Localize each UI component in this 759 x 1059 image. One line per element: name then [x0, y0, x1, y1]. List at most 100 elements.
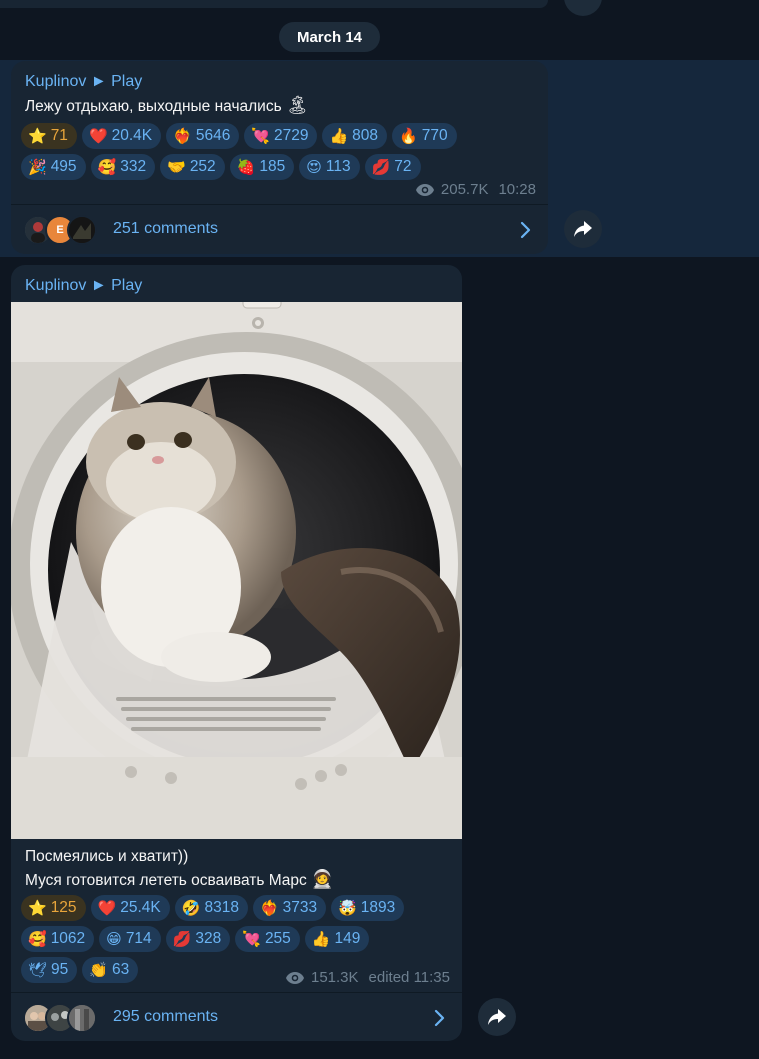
reaction-count: 125 [50, 899, 77, 916]
reaction-heart-eyes[interactable]: 😍 113 [299, 154, 360, 180]
kiss-icon: 💋 [172, 930, 192, 948]
reaction-count: 3733 [282, 899, 318, 916]
reaction-handshake[interactable]: 🤝 252 [160, 154, 225, 180]
thumbs-up-icon: 👍 [311, 930, 331, 948]
reaction-count: 5646 [195, 127, 231, 144]
smiling-hearts-icon: 🥰 [28, 930, 47, 948]
mind-blown-icon: 🤯 [338, 899, 357, 917]
reaction-count: 808 [352, 127, 379, 144]
post-time: edited 11:35 [368, 969, 450, 986]
comments-bar[interactable]: E 251 comments [11, 204, 548, 254]
reaction-kiss[interactable]: 💋 72 [364, 154, 421, 180]
reaction-count: 1893 [360, 899, 396, 916]
reaction-thumbs-up[interactable]: 👍 808 [322, 123, 388, 149]
share-arrow-icon [574, 221, 592, 237]
reaction-strawberry[interactable]: 🍓 185 [229, 154, 295, 180]
party-popper-icon: 🎉 [28, 158, 47, 176]
reaction-count: 95 [51, 961, 69, 978]
thumbs-up-icon: 👍 [329, 127, 349, 145]
post-text: Посмеялись и хватит)) Муся готовится лет… [25, 846, 334, 892]
channel-post[interactable]: Kuplinov ► Play Посмеялись и хватит)) Му… [11, 265, 462, 1041]
dark-avatar-image [69, 217, 95, 243]
clapping-hands-icon: 👏 [89, 961, 108, 979]
avatar-initial: E [56, 224, 64, 236]
channel-name[interactable]: Kuplinov ► Play [25, 73, 142, 91]
comments-count[interactable]: 251 comments [113, 220, 218, 238]
post-text: Лежу отдыхаю, выходные начались 🏝 [25, 94, 309, 118]
previous-share-button[interactable] [564, 0, 602, 16]
post-meta: 151.3K edited 11:35 [285, 969, 450, 986]
reaction-clap[interactable]: 👏 63 [82, 957, 139, 983]
reaction-heart[interactable]: ❤️ 20.4K [81, 123, 162, 149]
reaction-count: 25.4K [120, 899, 161, 916]
channel-name[interactable]: Kuplinov ► Play [25, 277, 142, 295]
photo-illustration [11, 302, 462, 839]
dove-icon: 🕊 [28, 961, 48, 979]
reaction-heart-on-fire[interactable]: ❤️‍🔥 3733 [252, 895, 327, 921]
post-text-line: Муся готовится лететь осваивать Марс [25, 872, 307, 889]
commenter-avatars [23, 1003, 103, 1033]
reaction-smiling-hearts[interactable]: 🥰 1062 [21, 926, 95, 952]
heart-eyes-icon: 😍 [306, 158, 322, 176]
reaction-count: 63 [111, 961, 130, 978]
reaction-grin[interactable]: 😁 714 [99, 926, 161, 952]
share-button[interactable] [478, 998, 516, 1036]
reaction-fire[interactable]: 🔥 770 [392, 123, 457, 149]
star-icon: ⭐ [28, 899, 47, 917]
chevron-right-icon[interactable] [433, 1009, 445, 1027]
reaction-count: 113 [325, 158, 351, 175]
reaction-count: 185 [259, 158, 286, 175]
reaction-smiling-hearts[interactable]: 🥰 332 [90, 154, 156, 180]
share-button[interactable] [564, 210, 602, 248]
handshake-icon: 🤝 [167, 158, 186, 176]
reaction-paid-star[interactable]: ⭐ 125 [21, 895, 86, 921]
reaction-count: 495 [50, 158, 77, 175]
view-count: 151.3K [310, 969, 359, 986]
chevron-right-icon[interactable] [519, 221, 531, 239]
reaction-count: 714 [125, 930, 152, 947]
date-separator[interactable]: March 14 [279, 22, 380, 52]
reaction-count: 71 [50, 127, 68, 144]
reaction-count: 332 [120, 158, 147, 175]
star-icon: ⭐ [28, 127, 47, 145]
reaction-count: 255 [264, 930, 291, 947]
reactions: ⭐ 71 ❤️ 20.4K ❤️‍🔥 5646 💘 2729 👍 808 🔥 770 🎉 49… [21, 123, 457, 185]
channel-post[interactable]: Kuplinov ► Play Лежу отдыхаю, выходные н… [11, 61, 548, 254]
reaction-mind-blown[interactable]: 🤯 1893 [331, 895, 405, 921]
reaction-count: 252 [189, 158, 216, 175]
smiling-hearts-icon: 🥰 [97, 158, 117, 176]
comments-count[interactable]: 295 comments [113, 1008, 218, 1026]
share-arrow-icon [488, 1009, 506, 1025]
eye-icon [285, 971, 304, 984]
eye-icon [415, 183, 434, 196]
post-time: 10:28 [498, 181, 536, 198]
reaction-heart-arrow[interactable]: 💘 2729 [244, 123, 318, 149]
reaction-heart-arrow[interactable]: 💘 255 [235, 926, 300, 952]
reaction-count: 149 [334, 930, 361, 947]
heart-arrow-icon: 💘 [242, 930, 261, 948]
reaction-dove[interactable]: 🕊 95 [21, 957, 78, 983]
reaction-count: 8318 [204, 899, 239, 916]
reaction-party[interactable]: 🎉 495 [21, 154, 86, 180]
reaction-heart[interactable]: ❤️ 25.4K [90, 895, 170, 921]
reaction-paid-star[interactable]: ⭐ 71 [21, 123, 77, 149]
reaction-count: 328 [195, 930, 222, 947]
post-text-line: Лежу отдыхаю, выходные начались [25, 98, 282, 115]
reaction-thumbs-up[interactable]: 👍 149 [304, 926, 370, 952]
island-emoji: 🏝 [285, 95, 309, 115]
reaction-heart-on-fire[interactable]: ❤️‍🔥 5646 [166, 123, 240, 149]
grin-icon: 😁 [106, 930, 122, 948]
post-text-line: Посмеялись и хватит)) [25, 848, 189, 865]
view-count: 205.7K [440, 181, 489, 198]
heart-icon: ❤️ [97, 899, 117, 917]
reaction-count: 1062 [50, 930, 86, 947]
heart-on-fire-icon: ❤️‍🔥 [259, 899, 279, 917]
avatar [67, 1003, 97, 1033]
comments-bar[interactable]: 295 comments [11, 992, 462, 1041]
heart-arrow-icon: 💘 [251, 127, 270, 145]
heart-icon: ❤️ [88, 127, 108, 145]
reaction-rofl[interactable]: 🤣 8318 [174, 895, 248, 921]
astronaut-emoji: 🧑‍🚀 [311, 869, 334, 889]
reaction-kiss[interactable]: 💋 328 [165, 926, 231, 952]
cat-in-dryer-photo[interactable] [11, 302, 462, 839]
